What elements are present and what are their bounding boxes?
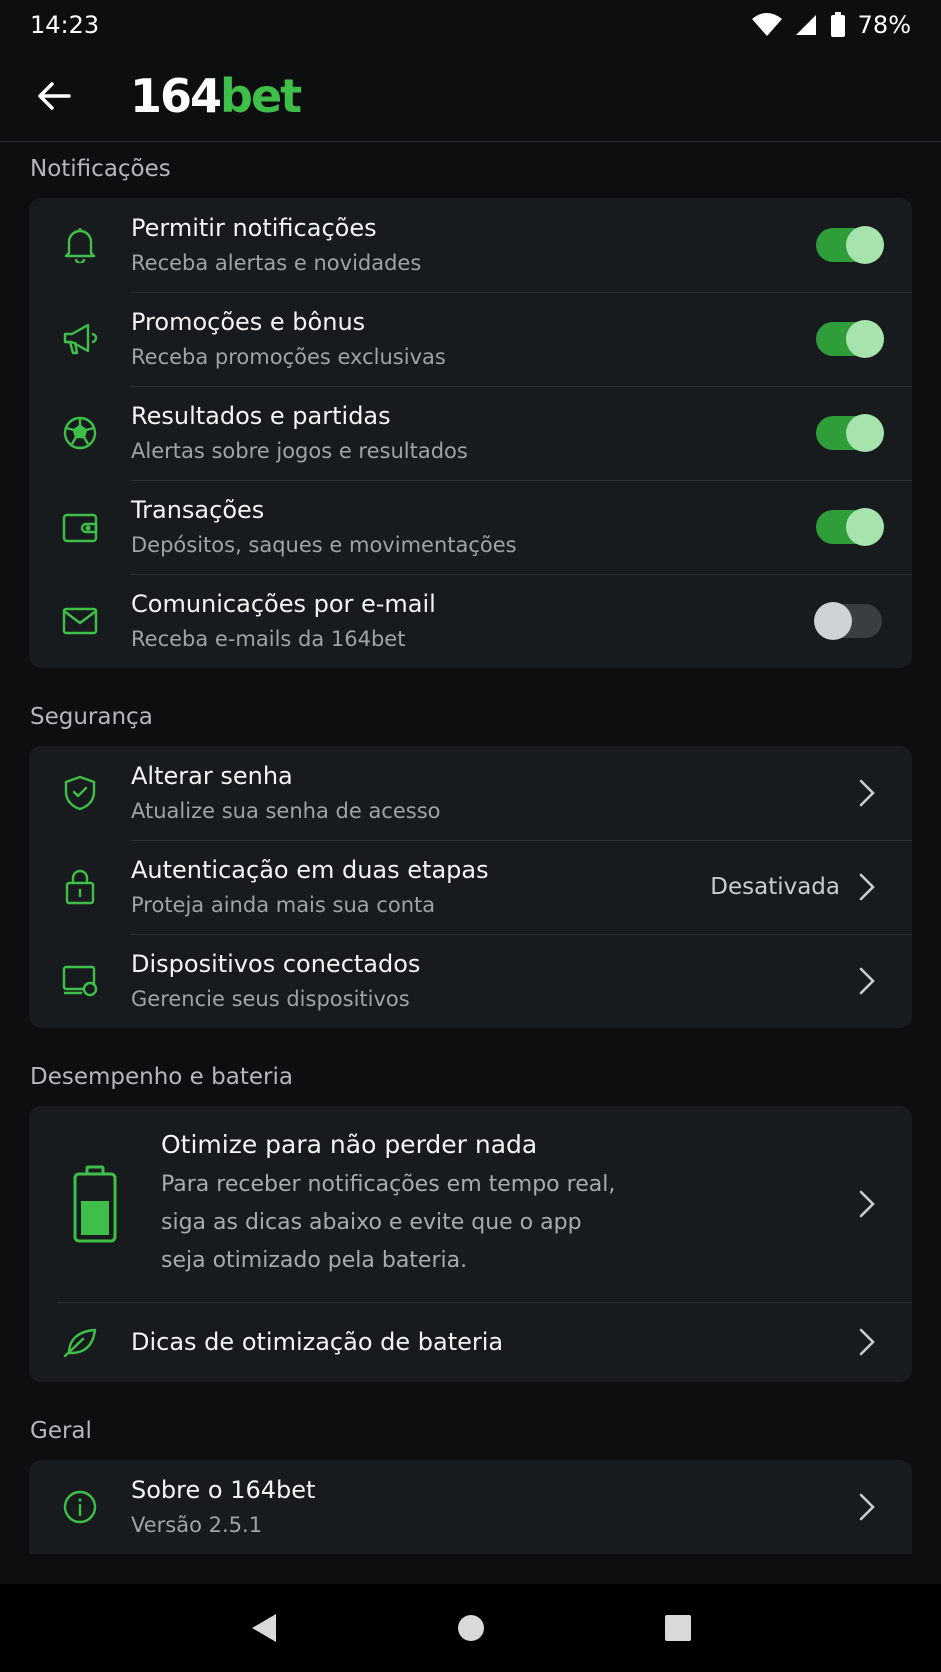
row-title: Dispositivos conectados: [131, 950, 421, 978]
back-button[interactable]: [24, 66, 84, 126]
nav-back-button[interactable]: [234, 1598, 294, 1658]
nav-recents-button[interactable]: [648, 1598, 708, 1658]
row-connected-devices[interactable]: Dispositivos conectados Gerencie seus di…: [29, 934, 912, 1028]
battery-percent: 78%: [857, 11, 911, 39]
battery-charging-icon: [73, 1165, 117, 1243]
promo-line: Para receber notificações em tempo real,: [161, 1172, 616, 1197]
info-icon: [63, 1490, 97, 1524]
section-title-security: Segurança: [30, 704, 153, 730]
status-bar: 14:23 78%: [0, 0, 941, 50]
square-recents-icon: [664, 1615, 691, 1641]
row-about[interactable]: Sobre o 164bet Versão 2.5.1: [29, 1460, 912, 1554]
logo-number: 164: [130, 68, 222, 123]
cell-signal-icon: [794, 13, 818, 37]
transactions-toggle[interactable]: [816, 508, 884, 546]
shield-check-icon: [64, 775, 96, 811]
two-factor-status: Desativada: [710, 874, 840, 900]
row-two-factor[interactable]: Autenticação em duas etapas Proteja aind…: [29, 840, 912, 934]
devices-icon: [62, 965, 98, 997]
row-title: Transações: [131, 496, 265, 524]
chevron-right-icon: [859, 967, 875, 995]
row-subtitle: Gerencie seus dispositivos: [131, 987, 410, 1011]
row-subtitle: Versão 2.5.1: [131, 1513, 263, 1537]
system-nav-bar: [0, 1584, 941, 1672]
lock-icon: [65, 869, 95, 905]
app-bar: 164bet: [0, 50, 941, 142]
row-title: Promoções e bônus: [131, 308, 366, 336]
logo-word: bet: [220, 68, 302, 123]
promo-body: Para receber notificações em tempo real,…: [161, 1166, 842, 1280]
mail-icon: [62, 607, 98, 635]
row-title: Alterar senha: [131, 762, 293, 790]
section-title-battery: Desempenho e bateria: [30, 1064, 293, 1090]
security-card: Alterar senha Atualize sua senha de aces…: [29, 746, 912, 1028]
promo-line: siga as dicas abaixo e evite que o app: [161, 1210, 582, 1235]
chevron-right-icon: [859, 873, 875, 901]
leaf-icon: [63, 1328, 97, 1357]
general-card: Sobre o 164bet Versão 2.5.1: [29, 1460, 912, 1554]
row-subtitle: Receba e-mails da 164bet: [131, 627, 406, 651]
row-transactions[interactable]: Transações Depósitos, saques e movimenta…: [29, 480, 912, 574]
wifi-icon: [751, 13, 782, 37]
row-subtitle: Alertas sobre jogos e resultados: [131, 439, 468, 463]
promo-line: seja otimizado pela bateria.: [161, 1248, 468, 1273]
triangle-back-icon: [251, 1614, 276, 1642]
allow-notifications-toggle[interactable]: [816, 226, 884, 264]
row-change-password[interactable]: Alterar senha Atualize sua senha de aces…: [29, 746, 912, 840]
notifications-card: Permitir notificações Receba alertas e n…: [29, 198, 912, 668]
row-results[interactable]: Resultados e partidas Alertas sobre jogo…: [29, 386, 912, 480]
status-time: 14:23: [30, 11, 100, 39]
settings-content: Notificações Permitir notificações Receb…: [0, 142, 941, 1554]
arrow-left-icon: [38, 81, 71, 110]
status-icons: 78%: [751, 11, 911, 39]
app-logo: 164bet: [130, 68, 302, 123]
chevron-right-icon: [859, 1328, 875, 1356]
row-subtitle: Proteja ainda mais sua conta: [131, 893, 436, 917]
row-subtitle: Depósitos, saques e movimentações: [131, 533, 517, 557]
circle-home-icon: [457, 1615, 484, 1641]
email-toggle[interactable]: [814, 602, 882, 640]
nav-home-button[interactable]: [441, 1598, 501, 1658]
row-title: Comunicações por e-mail: [131, 590, 436, 618]
promo-title: Otimize para não perder nada: [161, 1130, 538, 1159]
section-title-notifications: Notificações: [30, 156, 171, 182]
row-email[interactable]: Comunicações por e-mail Receba e-mails d…: [29, 574, 912, 668]
chevron-right-icon: [859, 1493, 875, 1521]
wallet-icon: [62, 513, 98, 543]
row-subtitle: Receba promoções exclusivas: [131, 345, 446, 369]
row-battery-tips[interactable]: Dicas de otimização de bateria: [29, 1302, 912, 1382]
row-title: Resultados e partidas: [131, 402, 391, 430]
row-subtitle: Receba alertas e novidades: [131, 251, 422, 275]
row-title: Autenticação em duas etapas: [131, 856, 489, 884]
soccer-ball-icon: [63, 416, 97, 450]
results-toggle[interactable]: [816, 414, 884, 452]
row-promotions[interactable]: Promoções e bônus Receba promoções exclu…: [29, 292, 912, 386]
chevron-right-icon: [859, 1190, 875, 1218]
promotions-toggle[interactable]: [816, 320, 884, 358]
megaphone-icon: [63, 323, 98, 355]
battery-promo[interactable]: Otimize para não perder nada Para recebe…: [29, 1106, 912, 1302]
row-title: Sobre o 164bet: [131, 1476, 316, 1504]
row-subtitle: Atualize sua senha de acesso: [131, 799, 441, 823]
battery-icon: [830, 12, 846, 38]
section-title-general: Geral: [30, 1418, 92, 1444]
chevron-right-icon: [859, 779, 875, 807]
row-allow-notifications[interactable]: Permitir notificações Receba alertas e n…: [29, 198, 912, 292]
row-title: Dicas de otimização de bateria: [131, 1328, 504, 1356]
bell-icon: [64, 228, 96, 263]
battery-card: Otimize para não perder nada Para recebe…: [29, 1106, 912, 1382]
row-title: Permitir notificações: [131, 214, 377, 242]
